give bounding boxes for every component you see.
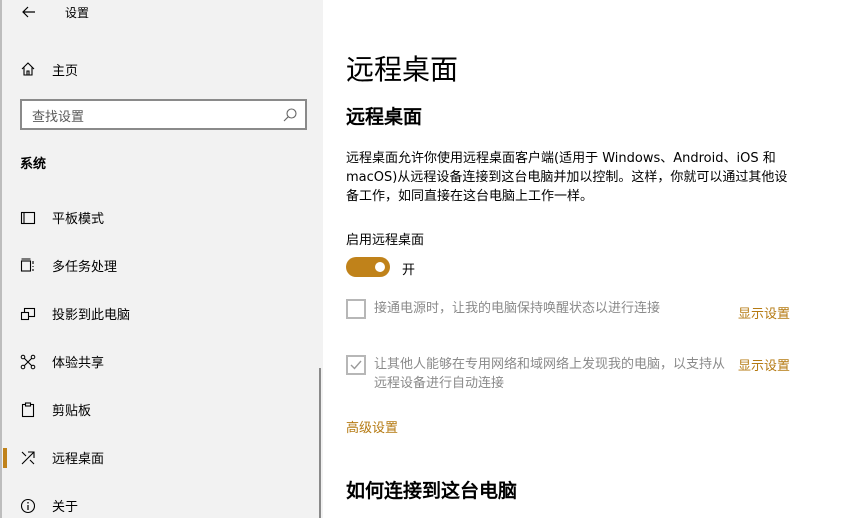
info-icon bbox=[20, 498, 36, 514]
toggle-knob bbox=[375, 262, 385, 272]
show-settings-link-2[interactable]: 显示设置 bbox=[738, 355, 790, 374]
sidebar: 设置 主页 查找设置 系统 平板模式 多任务处理 投影到此电脑 体验共享 剪贴板… bbox=[0, 0, 323, 518]
sidebar-item-remote-desktop[interactable]: 远程桌面 bbox=[2, 438, 323, 478]
sidebar-item-label: 平板模式 bbox=[52, 212, 105, 227]
how-to-connect-heading: 如何连接到这台电脑 bbox=[346, 480, 518, 502]
enable-remote-desktop-label: 启用远程桌面 bbox=[346, 233, 425, 248]
discoverable-checkbox[interactable] bbox=[346, 355, 366, 375]
sidebar-item-home[interactable]: 主页 bbox=[2, 54, 323, 84]
home-icon bbox=[21, 62, 35, 76]
description-text: 远程桌面允许你使用远程桌面客户端(适用于 Windows、Android、iOS… bbox=[346, 151, 788, 204]
sidebar-item-label: 投影到此电脑 bbox=[52, 308, 131, 323]
sidebar-item-clipboard[interactable]: 剪贴板 bbox=[2, 390, 323, 430]
discoverable-label: 让其他人能够在专用网络和域网络上发现我的电脑，以支持从远程设备进行自动连接 bbox=[374, 357, 726, 391]
back-arrow-icon bbox=[22, 6, 35, 18]
tablet-mode-icon bbox=[20, 211, 36, 225]
search-icon bbox=[283, 108, 297, 122]
advanced-settings-link[interactable]: 高级设置 bbox=[346, 417, 398, 436]
section-heading: 远程桌面 bbox=[346, 106, 423, 128]
sidebar-scrollbar[interactable] bbox=[319, 368, 321, 518]
back-button[interactable] bbox=[18, 2, 40, 22]
keep-awake-checkbox[interactable] bbox=[346, 299, 366, 319]
clipboard-icon bbox=[21, 402, 35, 418]
sidebar-item-multitasking[interactable]: 多任务处理 bbox=[2, 246, 323, 286]
sidebar-item-about[interactable]: 关于 bbox=[2, 486, 323, 518]
project-to-pc-icon bbox=[20, 307, 36, 321]
main-content: 远程桌面 远程桌面 远程桌面允许你使用远程桌面客户端(适用于 Windows、A… bbox=[323, 0, 867, 518]
enable-remote-desktop-toggle[interactable] bbox=[346, 257, 390, 277]
sidebar-item-label: 关于 bbox=[52, 500, 79, 515]
title-bar: 设置 bbox=[2, 0, 325, 24]
window-title: 设置 bbox=[65, 6, 90, 20]
sidebar-item-label: 剪贴板 bbox=[52, 404, 92, 419]
show-settings-link-1[interactable]: 显示设置 bbox=[738, 303, 790, 322]
sidebar-item-tablet-mode[interactable]: 平板模式 bbox=[2, 198, 323, 238]
section-title: 系统 bbox=[20, 157, 47, 172]
sidebar-item-shared-experiences[interactable]: 体验共享 bbox=[2, 342, 323, 382]
checkmark-icon bbox=[350, 360, 362, 370]
search-input[interactable]: 查找设置 bbox=[20, 99, 307, 130]
sidebar-item-label: 远程桌面 bbox=[52, 452, 105, 467]
sidebar-item-label: 主页 bbox=[52, 64, 79, 79]
page-title: 远程桌面 bbox=[346, 53, 459, 86]
sidebar-item-label: 多任务处理 bbox=[52, 260, 118, 275]
sidebar-item-label: 体验共享 bbox=[52, 356, 105, 371]
shared-experiences-icon bbox=[20, 354, 36, 370]
keep-awake-label: 接通电源时，让我的电脑保持唤醒状态以进行连接 bbox=[374, 301, 661, 316]
multitasking-icon bbox=[20, 258, 34, 272]
remote-desktop-icon bbox=[21, 451, 35, 465]
toggle-state-label: 开 bbox=[402, 263, 416, 278]
sidebar-item-project-to-pc[interactable]: 投影到此电脑 bbox=[2, 294, 323, 334]
search-placeholder: 查找设置 bbox=[32, 110, 85, 125]
